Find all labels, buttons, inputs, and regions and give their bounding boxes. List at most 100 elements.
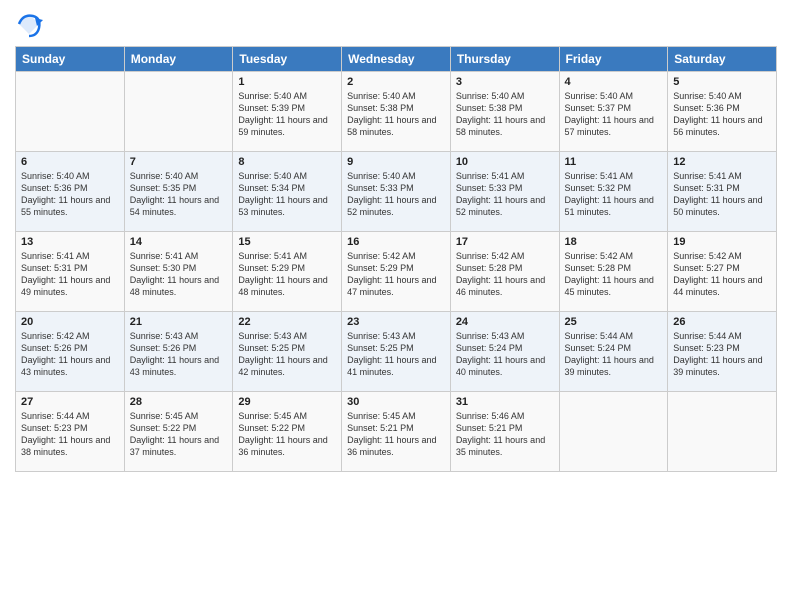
day-info: Sunrise: 5:41 AM Sunset: 5:33 PM Dayligh… [456, 170, 554, 219]
day-number: 31 [456, 396, 554, 408]
calendar-cell: 17Sunrise: 5:42 AM Sunset: 5:28 PM Dayli… [450, 232, 559, 312]
day-info: Sunrise: 5:40 AM Sunset: 5:34 PM Dayligh… [238, 170, 336, 219]
day-number: 10 [456, 156, 554, 168]
day-number: 30 [347, 396, 445, 408]
calendar-cell: 11 Sunrise: 5:41 AM Sunset: 5:32 PM Dayli… [559, 152, 668, 232]
calendar-cell: 22Sunrise: 5:43 AM Sunset: 5:25 PM Dayli… [233, 312, 342, 392]
day-info: Sunrise: 5:45 AM Sunset: 5:21 PM Dayligh… [347, 410, 445, 459]
logo [15, 10, 47, 38]
day-number: 2 [347, 76, 445, 88]
day-info: Sunrise: 5:44 AM Sunset: 5:24 PM Dayligh… [565, 330, 663, 379]
calendar-cell: 28 Sunrise: 5:45 AM Sunset: 5:22 PM Dayli… [124, 392, 233, 472]
calendar-table: SundayMondayTuesdayWednesdayThursdayFrid… [15, 46, 777, 472]
calendar-cell: 24 Sunrise: 5:43 AM Sunset: 5:24 PM Dayli… [450, 312, 559, 392]
day-header-sunday: Sunday [16, 47, 125, 72]
day-header-tuesday: Tuesday [233, 47, 342, 72]
calendar-week-row: 6 Sunrise: 5:40 AM Sunset: 5:36 PM Daylig… [16, 152, 777, 232]
calendar-cell: 10 Sunrise: 5:41 AM Sunset: 5:33 PM Dayli… [450, 152, 559, 232]
calendar-cell: 15Sunrise: 5:41 AM Sunset: 5:29 PM Dayli… [233, 232, 342, 312]
day-info: Sunrise: 5:41 AM Sunset: 5:31 PM Dayligh… [21, 250, 119, 299]
day-number: 24 [456, 316, 554, 328]
day-number: 12 [673, 156, 771, 168]
calendar-page: SundayMondayTuesdayWednesdayThursdayFrid… [0, 0, 792, 612]
day-number: 3 [456, 76, 554, 88]
calendar-cell: 14 Sunrise: 5:41 AM Sunset: 5:30 PM Dayli… [124, 232, 233, 312]
day-info: Sunrise: 5:42 AM Sunset: 5:26 PM Dayligh… [21, 330, 119, 379]
calendar-cell: 30 Sunrise: 5:45 AM Sunset: 5:21 PM Dayli… [342, 392, 451, 472]
day-number: 26 [673, 316, 771, 328]
day-info: Sunrise: 5:41 AM Sunset: 5:30 PM Dayligh… [130, 250, 228, 299]
day-number: 27 [21, 396, 119, 408]
day-number: 16 [347, 236, 445, 248]
calendar-cell: 16 Sunrise: 5:42 AM Sunset: 5:29 PM Dayli… [342, 232, 451, 312]
day-number: 14 [130, 236, 228, 248]
calendar-cell: 3 Sunrise: 5:40 AM Sunset: 5:38 PM Daylig… [450, 72, 559, 152]
calendar-cell: 27 Sunrise: 5:44 AM Sunset: 5:23 PM Dayli… [16, 392, 125, 472]
calendar-cell: 9 Sunrise: 5:40 AM Sunset: 5:33 PM Daylig… [342, 152, 451, 232]
day-info: Sunrise: 5:46 AM Sunset: 5:21 PM Dayligh… [456, 410, 554, 459]
day-number: 21 [130, 316, 228, 328]
logo-icon [15, 10, 43, 38]
calendar-cell: 31 Sunrise: 5:46 AM Sunset: 5:21 PM Dayli… [450, 392, 559, 472]
calendar-cell: 6 Sunrise: 5:40 AM Sunset: 5:36 PM Daylig… [16, 152, 125, 232]
day-info: Sunrise: 5:45 AM Sunset: 5:22 PM Dayligh… [130, 410, 228, 459]
day-number: 13 [21, 236, 119, 248]
day-number: 8 [238, 156, 336, 168]
day-number: 7 [130, 156, 228, 168]
day-info: Sunrise: 5:40 AM Sunset: 5:33 PM Dayligh… [347, 170, 445, 219]
day-number: 18 [565, 236, 663, 248]
day-info: Sunrise: 5:43 AM Sunset: 5:25 PM Dayligh… [347, 330, 445, 379]
calendar-week-row: 1Sunrise: 5:40 AM Sunset: 5:39 PM Daylig… [16, 72, 777, 152]
day-info: Sunrise: 5:40 AM Sunset: 5:35 PM Dayligh… [130, 170, 228, 219]
calendar-cell [124, 72, 233, 152]
day-header-saturday: Saturday [668, 47, 777, 72]
day-header-monday: Monday [124, 47, 233, 72]
day-number: 1 [238, 76, 336, 88]
day-info: Sunrise: 5:41 AM Sunset: 5:31 PM Dayligh… [673, 170, 771, 219]
calendar-cell: 29Sunrise: 5:45 AM Sunset: 5:22 PM Dayli… [233, 392, 342, 472]
day-number: 4 [565, 76, 663, 88]
day-info: Sunrise: 5:40 AM Sunset: 5:38 PM Dayligh… [456, 90, 554, 139]
calendar-cell: 12 Sunrise: 5:41 AM Sunset: 5:31 PM Dayli… [668, 152, 777, 232]
day-number: 11 [565, 156, 663, 168]
calendar-cell: 7 Sunrise: 5:40 AM Sunset: 5:35 PM Daylig… [124, 152, 233, 232]
day-info: Sunrise: 5:40 AM Sunset: 5:36 PM Dayligh… [673, 90, 771, 139]
day-info: Sunrise: 5:42 AM Sunset: 5:28 PM Dayligh… [456, 250, 554, 299]
day-number: 20 [21, 316, 119, 328]
calendar-cell: 8 Sunrise: 5:40 AM Sunset: 5:34 PM Daylig… [233, 152, 342, 232]
day-info: Sunrise: 5:40 AM Sunset: 5:37 PM Dayligh… [565, 90, 663, 139]
calendar-cell: 5 Sunrise: 5:40 AM Sunset: 5:36 PM Daylig… [668, 72, 777, 152]
calendar-cell: 25Sunrise: 5:44 AM Sunset: 5:24 PM Dayli… [559, 312, 668, 392]
day-number: 9 [347, 156, 445, 168]
day-info: Sunrise: 5:41 AM Sunset: 5:32 PM Dayligh… [565, 170, 663, 219]
calendar-cell: 23 Sunrise: 5:43 AM Sunset: 5:25 PM Dayli… [342, 312, 451, 392]
calendar-cell: 4 Sunrise: 5:40 AM Sunset: 5:37 PM Daylig… [559, 72, 668, 152]
day-info: Sunrise: 5:41 AM Sunset: 5:29 PM Dayligh… [238, 250, 336, 299]
page-header [15, 10, 777, 38]
day-number: 23 [347, 316, 445, 328]
day-number: 6 [21, 156, 119, 168]
day-number: 28 [130, 396, 228, 408]
day-info: Sunrise: 5:42 AM Sunset: 5:27 PM Dayligh… [673, 250, 771, 299]
day-info: Sunrise: 5:42 AM Sunset: 5:29 PM Dayligh… [347, 250, 445, 299]
calendar-cell: 18 Sunrise: 5:42 AM Sunset: 5:28 PM Dayli… [559, 232, 668, 312]
day-info: Sunrise: 5:43 AM Sunset: 5:25 PM Dayligh… [238, 330, 336, 379]
day-info: Sunrise: 5:44 AM Sunset: 5:23 PM Dayligh… [21, 410, 119, 459]
day-info: Sunrise: 5:40 AM Sunset: 5:36 PM Dayligh… [21, 170, 119, 219]
day-number: 29 [238, 396, 336, 408]
calendar-week-row: 20 Sunrise: 5:42 AM Sunset: 5:26 PM Dayli… [16, 312, 777, 392]
day-info: Sunrise: 5:43 AM Sunset: 5:24 PM Dayligh… [456, 330, 554, 379]
calendar-cell: 26 Sunrise: 5:44 AM Sunset: 5:23 PM Dayli… [668, 312, 777, 392]
calendar-cell: 20 Sunrise: 5:42 AM Sunset: 5:26 PM Dayli… [16, 312, 125, 392]
day-number: 5 [673, 76, 771, 88]
day-info: Sunrise: 5:44 AM Sunset: 5:23 PM Dayligh… [673, 330, 771, 379]
calendar-cell: 1Sunrise: 5:40 AM Sunset: 5:39 PM Daylig… [233, 72, 342, 152]
calendar-header-row: SundayMondayTuesdayWednesdayThursdayFrid… [16, 47, 777, 72]
calendar-cell [559, 392, 668, 472]
calendar-cell [16, 72, 125, 152]
day-info: Sunrise: 5:42 AM Sunset: 5:28 PM Dayligh… [565, 250, 663, 299]
calendar-cell: 21 Sunrise: 5:43 AM Sunset: 5:26 PM Dayli… [124, 312, 233, 392]
day-info: Sunrise: 5:43 AM Sunset: 5:26 PM Dayligh… [130, 330, 228, 379]
day-header-thursday: Thursday [450, 47, 559, 72]
day-header-friday: Friday [559, 47, 668, 72]
